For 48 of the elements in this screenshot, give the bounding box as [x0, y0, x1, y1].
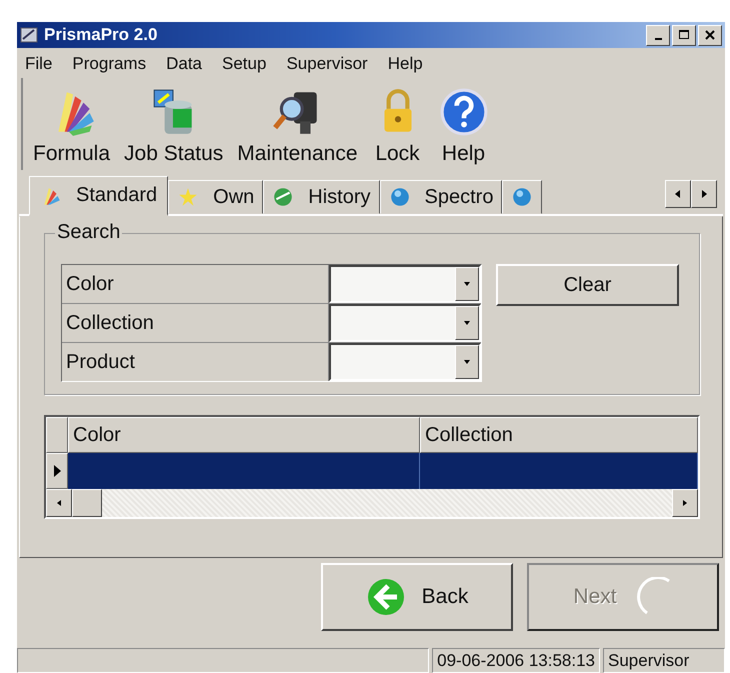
window-title: PrismaPro 2.0: [44, 25, 158, 45]
tab[interactable]: [502, 180, 542, 214]
nav-button[interactable]: Back: [321, 563, 513, 631]
orb-icon: [388, 186, 411, 208]
minimize-button[interactable]: [646, 24, 670, 46]
row-indicator[interactable]: [46, 453, 68, 489]
scroll-right-button[interactable]: [691, 180, 717, 208]
horizontal-scrollbar[interactable]: [46, 489, 698, 517]
tab[interactable]: Standard: [29, 176, 168, 216]
scroll-thumb[interactable]: [72, 489, 102, 517]
tab[interactable]: History: [263, 180, 380, 214]
table-cell[interactable]: [68, 453, 420, 489]
toolbar-button[interactable]: Job Status: [120, 86, 228, 166]
dropdown-field[interactable]: [329, 343, 481, 381]
globe-icon: [272, 186, 294, 208]
scroll-left-button[interactable]: [665, 180, 691, 208]
tab[interactable]: Own: [168, 180, 264, 214]
toolbar-button[interactable]: Lock: [368, 86, 428, 166]
menu-item[interactable]: Setup: [222, 54, 266, 74]
column-header[interactable]: Color: [68, 417, 420, 453]
menu-item[interactable]: Data: [166, 54, 202, 74]
menu-item[interactable]: Supervisor: [286, 54, 368, 74]
tab[interactable]: Spectro: [380, 180, 502, 214]
close-icon: [703, 28, 717, 42]
column-header[interactable]: Collection: [420, 417, 698, 453]
help-icon: [438, 86, 490, 138]
toolbar-button[interactable]: Maintenance: [233, 86, 362, 166]
right-arrow-icon: [699, 189, 709, 199]
menu-item[interactable]: Programs: [72, 54, 146, 74]
toolbar-button[interactable]: Formula: [29, 86, 114, 166]
app-icon: [20, 26, 38, 44]
maximize-button[interactable]: [672, 24, 696, 46]
status-user: Supervisor: [603, 648, 725, 673]
orb-icon: [511, 186, 534, 208]
table-cell[interactable]: [420, 453, 698, 489]
maximize-icon: [677, 28, 691, 42]
toolbar-button[interactable]: Help: [434, 86, 494, 166]
menu-item[interactable]: Help: [388, 54, 423, 74]
close-button[interactable]: [698, 24, 722, 46]
minimize-icon: [654, 38, 662, 40]
left-arrow-icon: [673, 189, 683, 199]
menu-item[interactable]: File: [25, 54, 52, 74]
status-datetime: 09-06-2006 13:58:13: [432, 648, 600, 673]
dropdown-field[interactable]: [329, 265, 481, 303]
header-corner: [46, 417, 68, 453]
dropdown-field[interactable]: [329, 304, 481, 342]
current-row-icon: [52, 463, 62, 479]
clear-button[interactable]: Clear: [496, 264, 679, 306]
